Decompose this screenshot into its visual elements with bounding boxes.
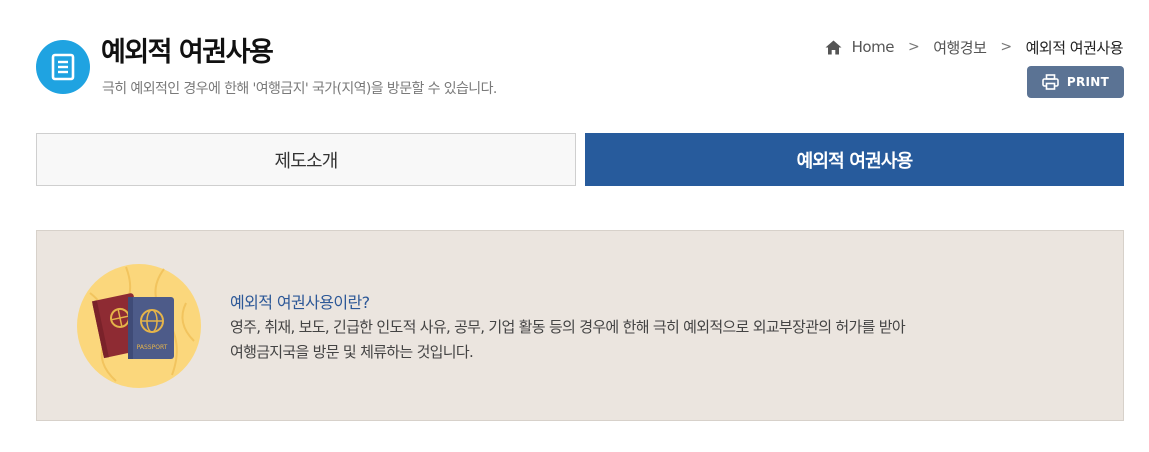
tab-label: 예외적 여권사용 bbox=[796, 150, 914, 172]
tab-system-intro[interactable]: 제도소개 bbox=[36, 133, 576, 186]
tab-exceptional-passport-use[interactable]: 예외적 여권사용 bbox=[585, 133, 1124, 186]
passport-illustration: PASSPORT bbox=[77, 264, 201, 388]
page-title: 예외적 여권사용 bbox=[101, 37, 274, 68]
breadcrumb-home-link[interactable]: Home bbox=[852, 38, 895, 56]
print-button[interactable]: PRINT bbox=[1027, 66, 1124, 98]
info-box: PASSPORT 예외적 여권사용이란? 영주, 취재, 보도, 긴급한 인도적… bbox=[36, 230, 1124, 421]
page-subtitle: 극히 예외적인 경우에 한해 '여행금지' 국가(지역)을 방문할 수 있습니다… bbox=[102, 81, 497, 97]
breadcrumb-separator: > bbox=[1000, 39, 1012, 55]
printer-icon bbox=[1042, 74, 1059, 90]
breadcrumb-separator: > bbox=[907, 39, 920, 55]
tab-label: 제도소개 bbox=[274, 150, 338, 172]
document-list-icon bbox=[36, 40, 90, 94]
print-label: PRINT bbox=[1066, 75, 1110, 89]
info-description-line: 여행금지국을 방문 및 체류하는 것입니다. bbox=[230, 343, 474, 361]
info-description-line: 영주, 취재, 보도, 긴급한 인도적 사유, 공무, 기업 활동 등의 경우에… bbox=[230, 318, 906, 336]
breadcrumb-current: 예외적 여권사용 bbox=[1025, 38, 1124, 57]
breadcrumb-travel-alert-link[interactable]: 여행경보 bbox=[933, 37, 987, 58]
info-description: 영주, 취재, 보도, 긴급한 인도적 사유, 공무, 기업 활동 등의 경우에… bbox=[230, 315, 906, 365]
info-title: 예외적 여권사용이란? bbox=[230, 293, 370, 312]
breadcrumb: Home > 여행경보 > 예외적 여권사용 bbox=[825, 37, 1124, 58]
home-icon[interactable] bbox=[825, 40, 842, 55]
passport-label: PASSPORT bbox=[137, 344, 168, 351]
